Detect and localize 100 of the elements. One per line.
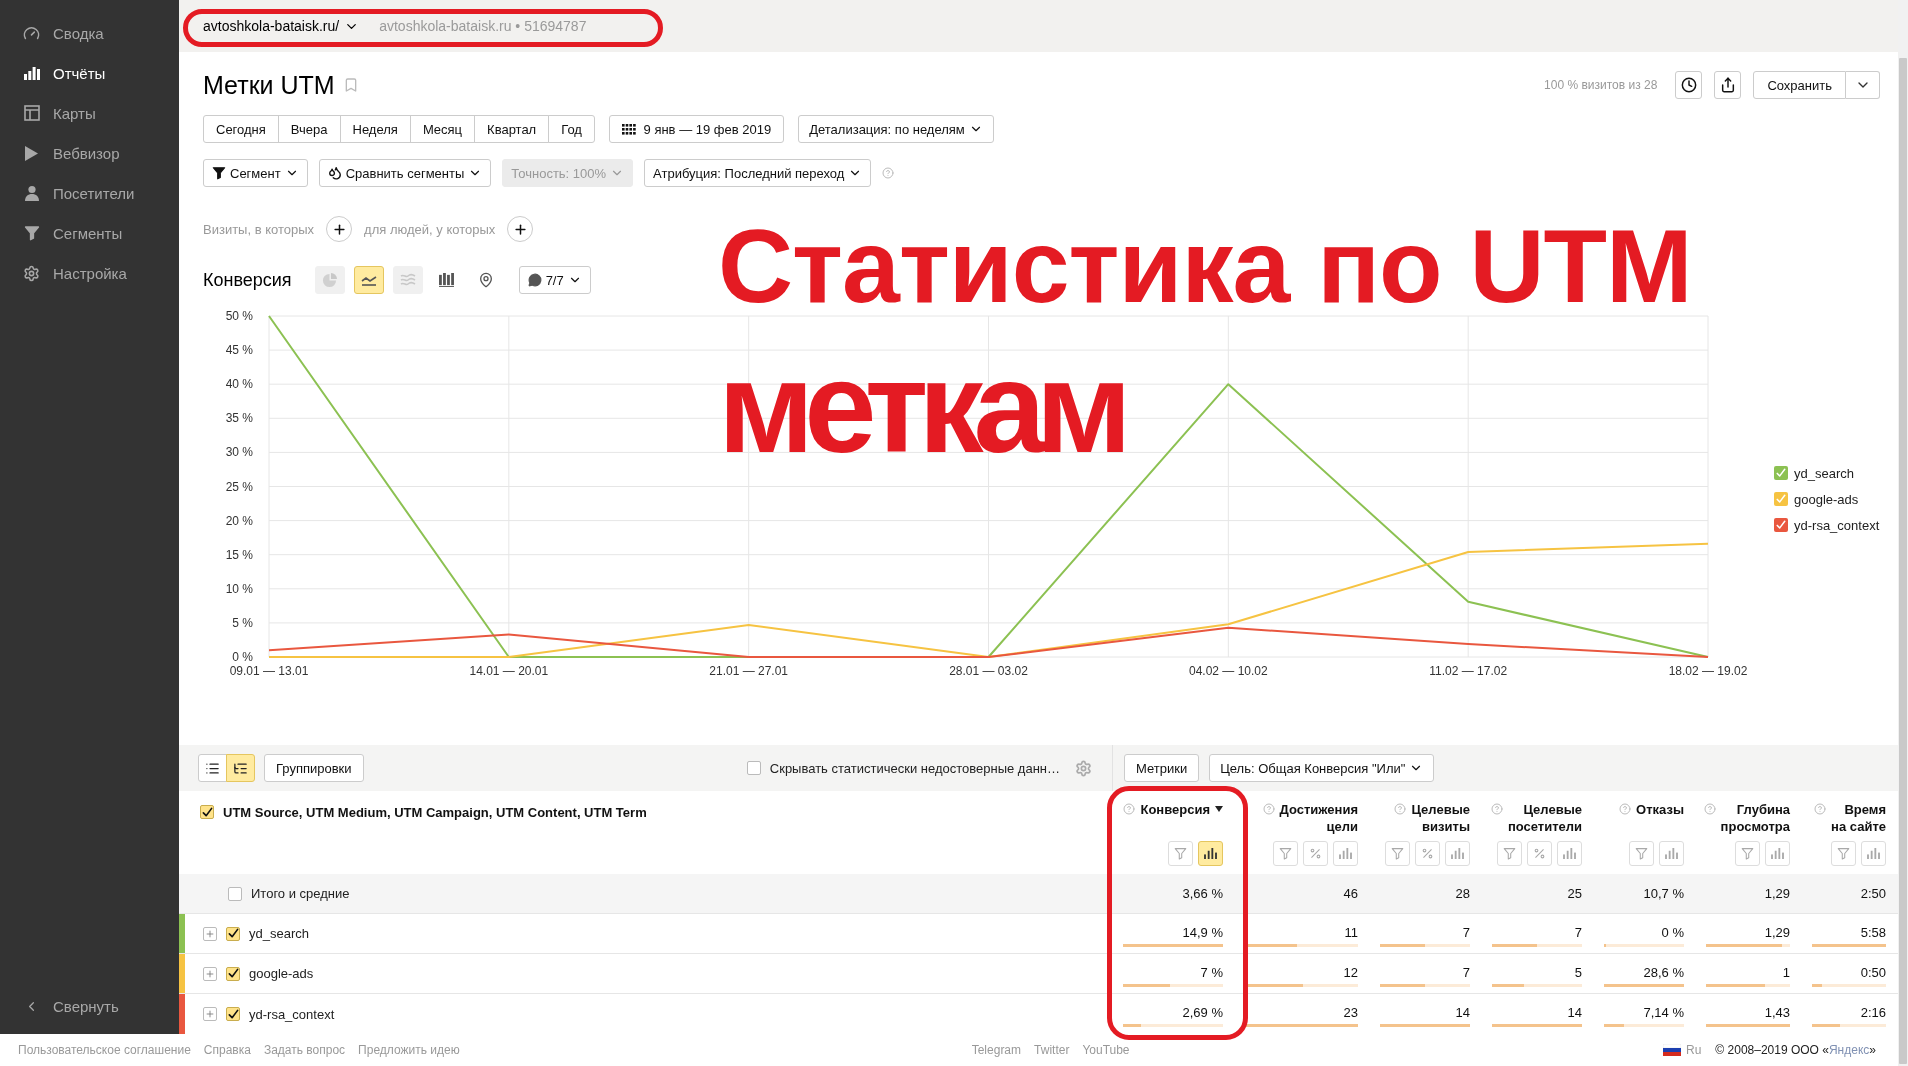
- chart-type-button[interactable]: [353, 266, 384, 294]
- period-button[interactable]: Месяц: [409, 115, 476, 143]
- period-button[interactable]: Год: [548, 115, 595, 143]
- sidebar-item[interactable]: Отчёты: [0, 53, 179, 93]
- chart-toggle-button[interactable]: [1557, 841, 1582, 866]
- period-button[interactable]: Вчера: [277, 115, 341, 143]
- chart-toggle-button[interactable]: [1445, 841, 1470, 866]
- table-cell-text: 1,29: [1763, 885, 1791, 903]
- chart-toggle-button[interactable]: [1659, 841, 1684, 866]
- filter-button[interactable]: [1273, 841, 1298, 866]
- chart-toggle-button[interactable]: [1765, 841, 1790, 866]
- checkbox[interactable]: [226, 966, 240, 981]
- checkbox[interactable]: [226, 1007, 240, 1021]
- help-icon[interactable]: [882, 167, 895, 179]
- plus-icon: [331, 221, 347, 237]
- sidebar-item[interactable]: Посетители: [0, 173, 179, 213]
- export-button[interactable]: [1714, 71, 1742, 99]
- filter-button[interactable]: [1168, 841, 1193, 866]
- help-icon[interactable]: [1619, 803, 1632, 815]
- column-header[interactable]: Глубина просмотра: [1720, 801, 1790, 835]
- column-header[interactable]: Отказы: [1636, 801, 1684, 818]
- flag-icon: [1663, 1044, 1681, 1056]
- save-button[interactable]: Сохранить: [1753, 71, 1846, 99]
- table-cell: 7 %: [1200, 964, 1223, 981]
- history-button[interactable]: [1675, 71, 1703, 99]
- filter-button[interactable]: [1497, 841, 1522, 866]
- checkbox[interactable]: [226, 926, 240, 941]
- period-button[interactable]: Неделя: [339, 115, 411, 143]
- column-header[interactable]: Достижения цели: [1279, 801, 1358, 835]
- expand-button[interactable]: [203, 1007, 217, 1021]
- view-mode-button[interactable]: [198, 754, 227, 782]
- series-dropdown[interactable]: 7/7: [518, 266, 591, 294]
- help-icon[interactable]: [1262, 803, 1275, 815]
- checkbox[interactable]: [746, 761, 761, 775]
- help-icon[interactable]: [1814, 803, 1827, 815]
- map-pin-icon: [477, 272, 494, 288]
- filter-button[interactable]: [1831, 841, 1856, 866]
- axis-label: 14.01 — 20.01: [469, 664, 549, 678]
- settings-icon[interactable]: [1075, 759, 1092, 777]
- filter-dropdown[interactable]: Атрибуция: Последний переход: [644, 159, 872, 187]
- filter-button[interactable]: [1385, 841, 1410, 866]
- checkmark-icon: [227, 1008, 239, 1020]
- column-header[interactable]: Конверсия: [1140, 801, 1210, 818]
- help-icon[interactable]: [1490, 803, 1503, 815]
- axis-label: 09.01 — 13.01: [229, 664, 309, 678]
- checkbox[interactable]: [200, 805, 214, 819]
- metrics-button[interactable]: Метрики: [1124, 754, 1200, 782]
- chart-toggle-button[interactable]: [1861, 841, 1886, 866]
- sidebar-item[interactable]: Сегменты: [0, 213, 179, 253]
- filter-button[interactable]: [1629, 841, 1654, 866]
- filter-dropdown[interactable]: Сравнить сегменты: [318, 159, 492, 187]
- collapse-button[interactable]: Свернуть: [0, 986, 179, 1026]
- column-header[interactable]: Время на сайте: [1831, 801, 1886, 835]
- legend-checkbox[interactable]: [1774, 518, 1788, 532]
- condition-label: для людей, у которых: [364, 221, 496, 237]
- column-header[interactable]: Целевые визиты: [1411, 801, 1470, 835]
- filter-button[interactable]: [1735, 841, 1760, 866]
- sidebar-item[interactable]: Вебвизор: [0, 133, 179, 173]
- legend-checkbox[interactable]: [1774, 466, 1788, 480]
- drops-icon: [327, 166, 342, 180]
- axis-label: 50 %: [225, 309, 253, 323]
- add-condition-button[interactable]: [507, 216, 534, 242]
- speech-bubble-icon: [527, 273, 542, 287]
- chart-toggle-button[interactable]: [1333, 841, 1358, 866]
- add-condition-button[interactable]: [326, 216, 353, 242]
- axis-label: 10 %: [225, 581, 253, 596]
- table-cell: 12: [1343, 964, 1358, 981]
- settings-icon: [23, 264, 40, 282]
- table-cell: 7,14 %: [1643, 1005, 1684, 1021]
- save-menu-button[interactable]: [1846, 71, 1880, 99]
- percent-button[interactable]: [1527, 841, 1552, 866]
- chart-toggle-button[interactable]: [1198, 841, 1223, 866]
- help-icon[interactable]: [1123, 803, 1136, 815]
- period-button[interactable]: Квартал: [474, 115, 550, 143]
- expand-button[interactable]: [203, 966, 217, 981]
- scrollbar-thumb[interactable]: [1899, 58, 1907, 1064]
- help-icon[interactable]: [1703, 803, 1716, 815]
- column-header[interactable]: Целевые посетители: [1507, 801, 1582, 835]
- goal-dropdown[interactable]: Цель: Общая Конверсия "Или": [1209, 754, 1435, 782]
- period-button[interactable]: Сегодня: [203, 115, 279, 143]
- checkmark-icon: [227, 928, 239, 939]
- percent-button[interactable]: [1303, 841, 1328, 866]
- funnel-icon: [1391, 847, 1404, 860]
- checkbox[interactable]: [228, 886, 242, 901]
- legend-checkbox[interactable]: [1774, 492, 1788, 506]
- expand-button[interactable]: [203, 926, 217, 941]
- groupings-button[interactable]: Группировки: [264, 754, 364, 782]
- sidebar-item[interactable]: Настройка: [0, 253, 179, 293]
- sidebar-item[interactable]: Карты: [0, 93, 179, 133]
- date-range-button[interactable]: 9 янв — 19 фев 2019: [608, 115, 785, 143]
- scrollbar[interactable]: [1898, 0, 1908, 1066]
- row-label: yd-rsa_context: [249, 1006, 335, 1022]
- detail-dropdown[interactable]: Детализация: по неделям: [798, 115, 994, 143]
- view-mode-button[interactable]: [226, 754, 255, 782]
- site-selector[interactable]: avtoshkola-bataisk.ru/: [203, 18, 360, 34]
- axis-label: 20 %: [225, 513, 253, 528]
- sidebar-item[interactable]: Сводка: [0, 13, 179, 53]
- help-icon[interactable]: [1394, 803, 1407, 815]
- filter-dropdown[interactable]: Сегмент: [203, 159, 308, 187]
- percent-button[interactable]: [1415, 841, 1440, 866]
